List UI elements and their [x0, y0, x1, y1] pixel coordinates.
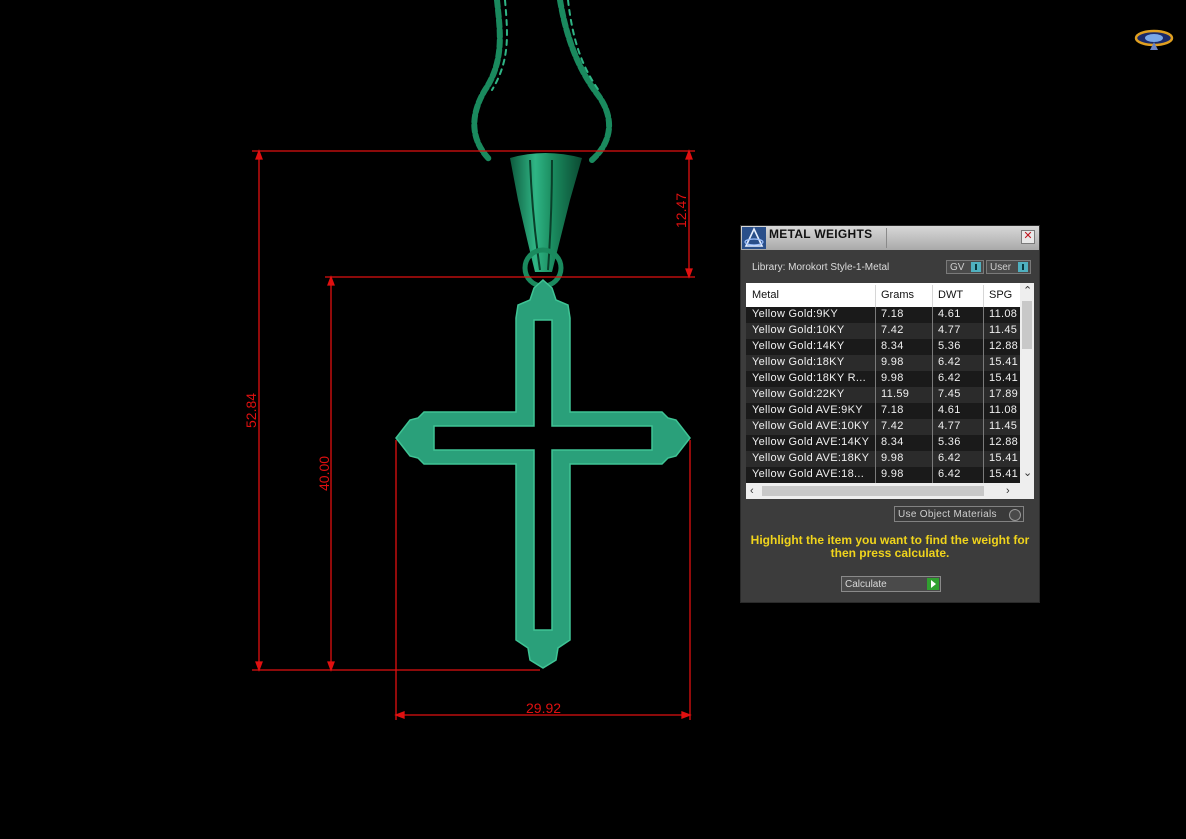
cell-metal: Yellow Gold AVE:9KY — [752, 404, 863, 416]
metal-weights-panel: METAL WEIGHTS ✕ Library: Morokort Style-… — [740, 225, 1040, 603]
cross-pendant — [395, 278, 691, 669]
cell-dwt: 4.77 — [938, 420, 961, 432]
cell-spg: 15.41 — [989, 452, 1019, 464]
bail — [510, 153, 582, 289]
cell-grams: 11.59 — [881, 388, 910, 400]
cell-grams: 9.98 — [881, 452, 904, 464]
library-label: Library: Morokort Style-1-Metal — [752, 262, 890, 273]
vertical-scrollbar[interactable]: ⌃ ⌄ — [1020, 283, 1034, 483]
scroll-down-icon[interactable]: ⌄ — [1023, 467, 1032, 479]
panel-titlebar[interactable]: METAL WEIGHTS ✕ — [741, 226, 1039, 250]
cell-dwt: 7.45 — [938, 388, 961, 400]
gv-toggle[interactable]: GV — [946, 260, 984, 274]
cell-grams: 9.98 — [881, 372, 904, 384]
cell-dwt: 4.61 — [938, 308, 961, 320]
cell-dwt: 6.42 — [938, 468, 961, 480]
cell-metal: Yellow Gold:18KY R... — [752, 372, 866, 384]
cell-grams: 7.18 — [881, 308, 904, 320]
cell-grams: 7.42 — [881, 324, 904, 336]
column-header-grams[interactable]: Grams — [881, 289, 914, 301]
cell-spg: 12.88 — [989, 340, 1019, 352]
cell-dwt: 6.42 — [938, 372, 961, 384]
toggle-knob-icon — [971, 262, 981, 272]
calculate-label: Calculate — [845, 579, 887, 590]
app-logo-icon — [1134, 29, 1174, 50]
calculate-button[interactable]: Calculate — [841, 576, 941, 592]
dim-overall-height: 52.84 — [243, 393, 259, 428]
table-row[interactable]: Yellow Gold AVE:14KY 8.34 5.36 12.88 — [746, 435, 1026, 451]
cell-dwt: 6.42 — [938, 452, 961, 464]
horizontal-scrollbar[interactable]: ‹ › — [746, 483, 1034, 499]
cell-spg: 12.88 — [989, 436, 1019, 448]
cell-grams: 7.18 — [881, 404, 904, 416]
cell-spg: 11.45 — [989, 324, 1018, 336]
column-header-spg[interactable]: SPG — [989, 289, 1012, 301]
cell-dwt: 5.36 — [938, 340, 961, 352]
panel-title: METAL WEIGHTS — [769, 227, 873, 241]
table-row[interactable]: Yellow Gold:9KY 7.18 4.61 11.08 — [746, 307, 1026, 323]
cell-metal: Yellow Gold AVE:10KY — [752, 420, 870, 432]
table-row[interactable]: Yellow Gold AVE:10KY 7.42 4.77 11.45 — [746, 419, 1026, 435]
cell-dwt: 5.36 — [938, 436, 961, 448]
table-row[interactable]: Yellow Gold:22KY 11.59 7.45 17.89 — [746, 387, 1026, 403]
scroll-right-icon[interactable]: › — [1006, 485, 1010, 497]
cell-metal: Yellow Gold:22KY — [752, 388, 845, 400]
cell-grams: 8.34 — [881, 340, 904, 352]
instruction-text: Highlight the item you want to find the … — [750, 533, 1030, 560]
cell-grams: 9.98 — [881, 356, 904, 368]
table-header: Metal Grams DWT SPG — [746, 283, 1018, 308]
cell-spg: 15.41 — [989, 372, 1019, 384]
cell-metal: Yellow Gold AVE:18KY — [752, 452, 870, 464]
scroll-thumb[interactable] — [1022, 301, 1032, 349]
column-header-dwt[interactable]: DWT — [938, 289, 963, 301]
dim-bail-height: 12.47 — [673, 193, 689, 228]
play-icon[interactable] — [927, 578, 939, 590]
scroll-up-icon[interactable]: ⌃ — [1023, 285, 1032, 297]
table-row[interactable]: Yellow Gold:10KY 7.42 4.77 11.45 — [746, 323, 1026, 339]
cell-dwt: 4.77 — [938, 324, 961, 336]
cell-metal: Yellow Gold:14KY — [752, 340, 845, 352]
cell-grams: 8.34 — [881, 436, 904, 448]
toggle-knob-icon — [1018, 262, 1028, 272]
cell-grams: 7.42 — [881, 420, 904, 432]
column-header-metal[interactable]: Metal — [752, 289, 779, 301]
table-row[interactable]: Yellow Gold AVE:18... 9.98 6.42 15.41 — [746, 467, 1026, 483]
table-rows: Yellow Gold:9KY 7.18 4.61 11.08 Yellow Gold:… — [746, 307, 1026, 483]
radio-icon[interactable] — [1009, 509, 1021, 521]
cell-spg: 11.08 — [989, 404, 1018, 416]
cell-spg: 17.89 — [989, 388, 1019, 400]
cell-metal: Yellow Gold AVE:14KY — [752, 436, 870, 448]
cell-metal: Yellow Gold AVE:18... — [752, 468, 865, 480]
metal-table[interactable]: Metal Grams DWT SPG Yellow Gold:9KY 7.18 4… — [746, 283, 1034, 499]
cell-metal: Yellow Gold:18KY — [752, 356, 845, 368]
title-divider — [886, 228, 887, 248]
dim-cross-height: 40.00 — [316, 456, 332, 491]
table-row[interactable]: Yellow Gold:14KY 8.34 5.36 12.88 — [746, 339, 1026, 355]
cell-metal: Yellow Gold:10KY — [752, 324, 845, 336]
close-icon[interactable]: ✕ — [1021, 230, 1035, 244]
scroll-thumb[interactable] — [762, 486, 984, 496]
gv-toggle-label: GV — [950, 262, 965, 273]
scroll-left-icon[interactable]: ‹ — [750, 485, 754, 497]
cell-dwt: 4.61 — [938, 404, 961, 416]
user-toggle[interactable]: User — [986, 260, 1031, 274]
cell-spg: 11.45 — [989, 420, 1018, 432]
cell-spg: 15.41 — [989, 356, 1019, 368]
table-row[interactable]: Yellow Gold AVE:18KY 9.98 6.42 15.41 — [746, 451, 1026, 467]
table-row[interactable]: Yellow Gold AVE:9KY 7.18 4.61 11.08 — [746, 403, 1026, 419]
cell-dwt: 6.42 — [938, 356, 961, 368]
use-object-materials-label: Use Object Materials — [898, 509, 997, 520]
matrix-logo-icon — [742, 227, 766, 249]
table-row[interactable]: Yellow Gold:18KY 9.98 6.42 15.41 — [746, 355, 1026, 371]
cell-grams: 9.98 — [881, 468, 904, 480]
dim-cross-width: 29.92 — [526, 700, 561, 716]
cell-metal: Yellow Gold:9KY — [752, 308, 839, 320]
user-toggle-label: User — [990, 262, 1012, 273]
table-row[interactable]: Yellow Gold:18KY R... 9.98 6.42 15.41 — [746, 371, 1026, 387]
cell-spg: 15.41 — [989, 468, 1019, 480]
use-object-materials-toggle[interactable]: Use Object Materials — [894, 506, 1024, 522]
cell-spg: 11.08 — [989, 308, 1018, 320]
dimension-lines — [252, 149, 695, 720]
chain — [471, 0, 613, 163]
